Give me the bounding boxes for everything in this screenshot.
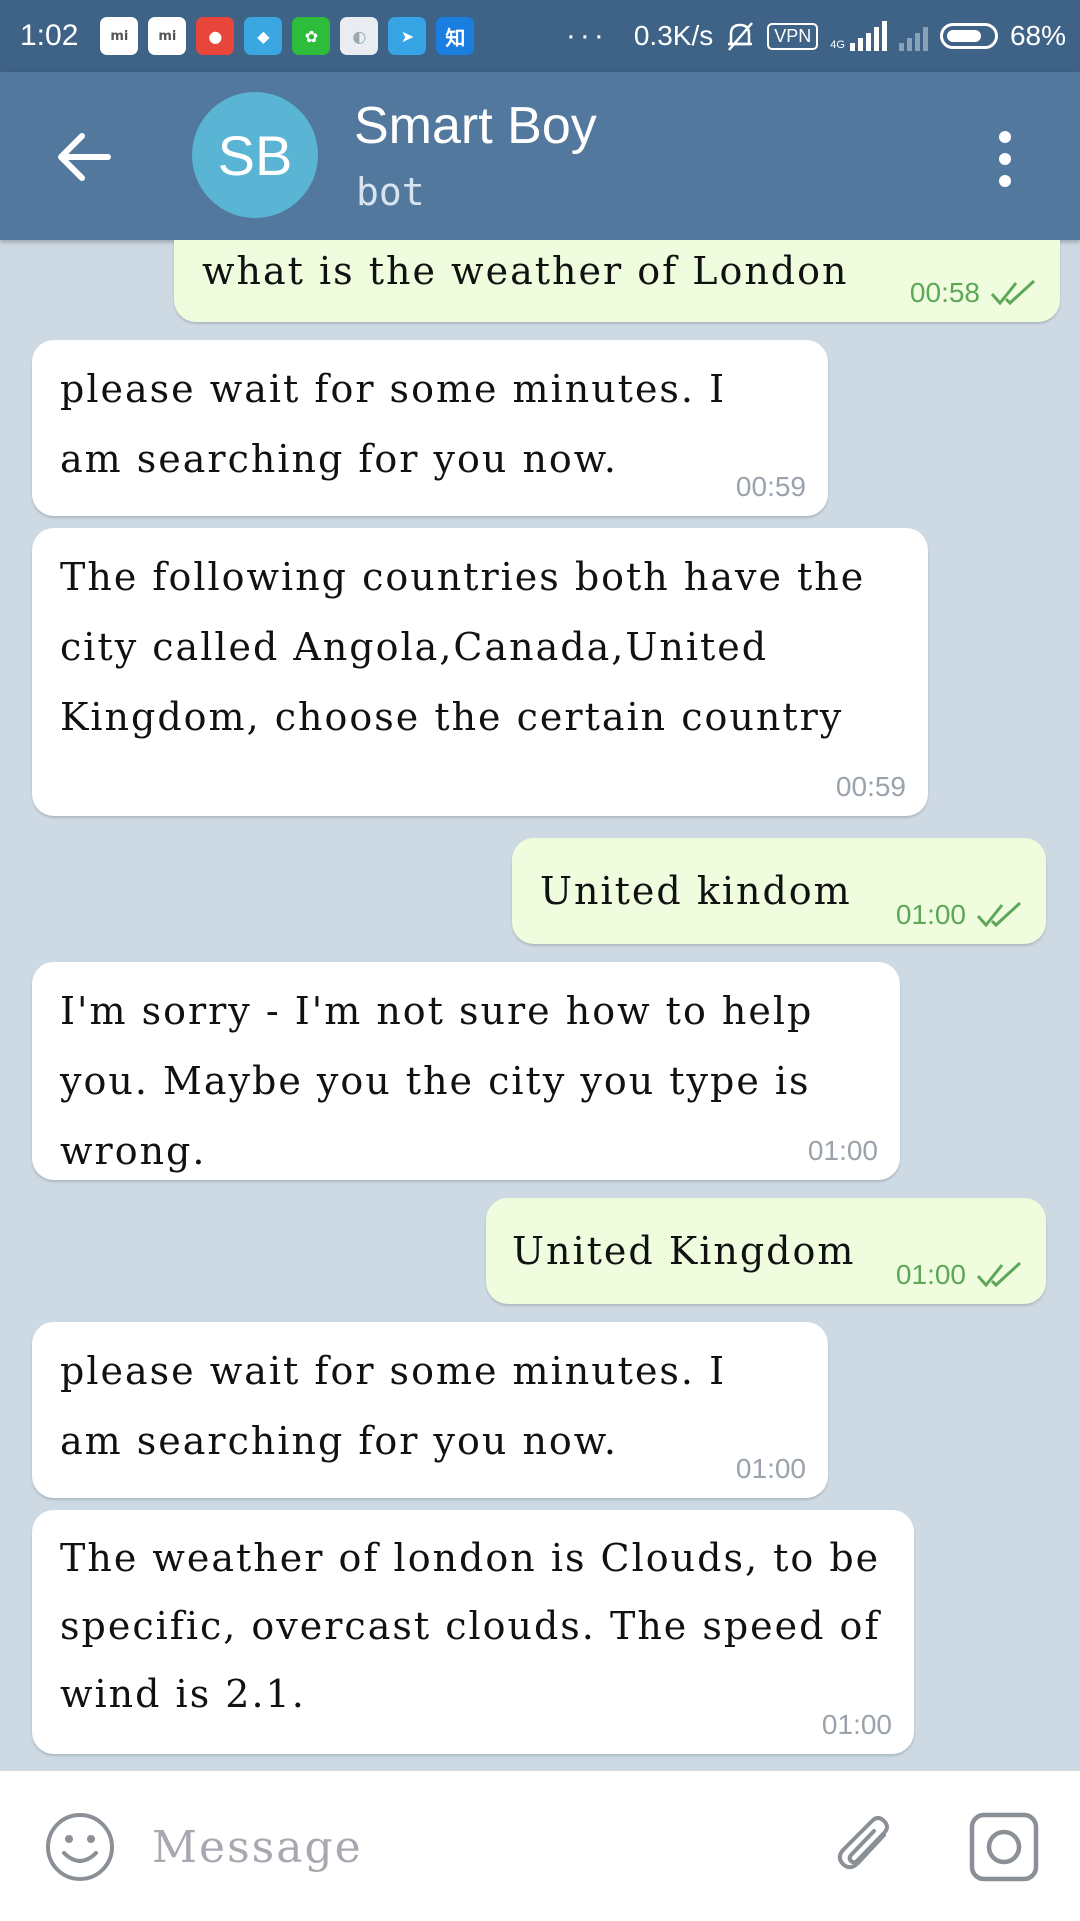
mi-store-icon: mi — [100, 17, 139, 55]
message-time: 01:00 — [895, 899, 966, 930]
telegram-app-icon: ➤ — [388, 17, 427, 55]
message-time: 00:59 — [835, 771, 906, 802]
back-arrow-icon[interactable] — [50, 122, 120, 192]
message-meta: 01:00 — [896, 898, 1024, 932]
message-time: 01:00 — [735, 1453, 806, 1484]
double-check-icon — [976, 901, 1022, 928]
message-text: please wait for some minutes. I am searc… — [60, 1349, 727, 1463]
status-time: 1:02 — [20, 19, 79, 52]
message-bubble-incoming[interactable]: please wait for some minutes. I am searc… — [32, 1322, 828, 1498]
status-right: ··· 0.3K/s VPN 4G 68% — [566, 19, 1066, 53]
message-input[interactable] — [150, 1806, 804, 1888]
message-time: 00:58 — [909, 277, 980, 308]
chat-title[interactable]: Smart Boy — [354, 96, 597, 156]
chat-subtitle: bot — [356, 170, 425, 214]
comic-app-icon: ◆ — [244, 17, 283, 55]
message-time: 00:59 — [735, 471, 806, 502]
chat-header: SB Smart Boy bot — [0, 72, 1080, 240]
attach-icon[interactable] — [828, 1809, 904, 1885]
double-check-icon — [990, 279, 1036, 306]
cell-signal-icon: 4G — [830, 21, 887, 51]
message-time: 01:00 — [807, 1135, 878, 1166]
message-bubble-outgoing[interactable]: United kindom 01:00 — [512, 838, 1046, 944]
message-bubble-incoming[interactable]: The following countries both have the ci… — [32, 528, 928, 816]
message-input-bar — [0, 1770, 1080, 1921]
battery-percent: 68% — [1009, 20, 1066, 51]
cell-signal-2-icon — [898, 21, 928, 51]
avatar[interactable]: SB — [192, 92, 318, 218]
message-time: 01:00 — [821, 1709, 892, 1740]
more-notifications-icon: ··· — [565, 19, 608, 52]
message-list[interactable]: what is the weather of London 00:58 plea… — [0, 240, 1080, 1770]
network-speed: 0.3K/s — [633, 20, 714, 51]
message-time: 01:00 — [895, 1259, 966, 1290]
camera-icon[interactable] — [966, 1809, 1042, 1885]
vpn-indicator: VPN — [767, 22, 819, 50]
message-bubble-incoming[interactable]: I'm sorry - I'm not sure how to help you… — [32, 962, 900, 1180]
double-check-icon — [976, 1261, 1022, 1288]
message-bubble-outgoing[interactable]: United Kingdom 01:00 — [486, 1198, 1046, 1304]
silent-bell-icon — [728, 22, 754, 51]
network-type: 4G — [830, 39, 845, 51]
zhihu-app-icon: 知 — [436, 17, 475, 55]
message-bubble-incoming[interactable]: please wait for some minutes. I am searc… — [32, 340, 828, 516]
status-bar: 1:02 mi mi ● ◆ ✿ ◐ ➤ 知 ··· 0.3K/s VPN 4G… — [0, 0, 1080, 72]
mi-store-icon: mi — [148, 17, 187, 55]
more-options-icon[interactable] — [985, 124, 1025, 194]
battery-icon — [939, 23, 998, 49]
notification-icons: mi mi ● ◆ ✿ ◐ ➤ 知 — [100, 17, 475, 55]
cat-app-icon: ● — [196, 17, 235, 55]
message-meta: 00:58 — [910, 276, 1038, 310]
soccer-app-icon: ✿ — [292, 17, 331, 55]
message-text: please wait for some minutes. I am searc… — [60, 367, 727, 481]
message-text: I'm sorry - I'm not sure how to help you… — [60, 989, 814, 1173]
emoji-icon[interactable] — [44, 1811, 116, 1883]
message-meta: 01:00 — [896, 1258, 1024, 1292]
message-bubble-outgoing[interactable]: what is the weather of London 00:58 — [174, 240, 1060, 322]
message-bubble-incoming[interactable]: The weather of london is Clouds, to be s… — [32, 1510, 914, 1754]
message-text: The weather of london is Clouds, to be s… — [60, 1536, 881, 1716]
message-text: The following countries both have the ci… — [60, 555, 866, 739]
sync-app-icon: ◐ — [340, 17, 379, 55]
